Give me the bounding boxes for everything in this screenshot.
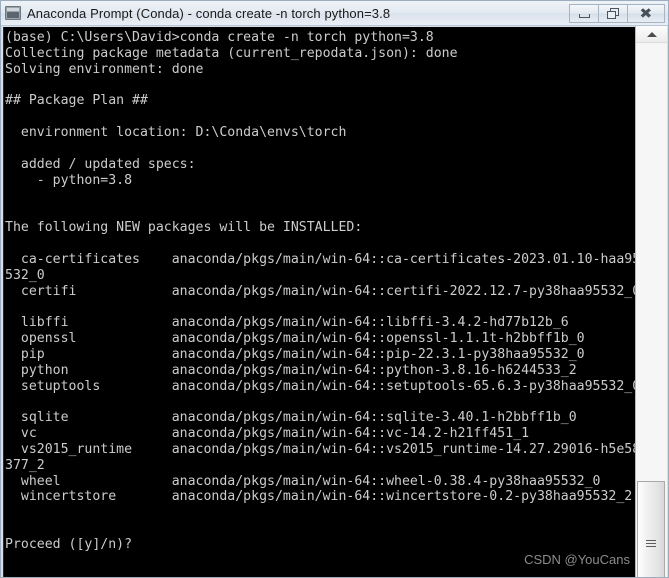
terminal-text: (base) C:\Users\David>conda create -n to…: [5, 30, 636, 552]
terminal-output[interactable]: (base) C:\Users\David>conda create -n to…: [3, 27, 636, 577]
restore-button[interactable]: [598, 4, 627, 23]
minimize-button[interactable]: [569, 4, 598, 23]
chevron-up-icon: [646, 31, 657, 37]
scroll-up-button[interactable]: [636, 26, 667, 43]
window-controls: ✖: [569, 3, 665, 24]
scrollbar-thumb[interactable]: [637, 481, 665, 577]
scrollbar-track[interactable]: [636, 43, 667, 577]
console-icon: [5, 6, 21, 20]
terminal-window: Anaconda Prompt (Conda) - conda create -…: [0, 0, 669, 578]
restore-icon: [606, 7, 620, 20]
title-bar[interactable]: Anaconda Prompt (Conda) - conda create -…: [1, 1, 668, 26]
vertical-scrollbar[interactable]: [635, 26, 667, 577]
window-title: Anaconda Prompt (Conda) - conda create -…: [27, 5, 391, 21]
minimize-icon: [578, 13, 590, 18]
close-button[interactable]: ✖: [627, 4, 665, 23]
close-icon: ✖: [639, 5, 653, 22]
console-area: (base) C:\Users\David>conda create -n to…: [1, 26, 668, 577]
grip-icon: [646, 540, 656, 547]
